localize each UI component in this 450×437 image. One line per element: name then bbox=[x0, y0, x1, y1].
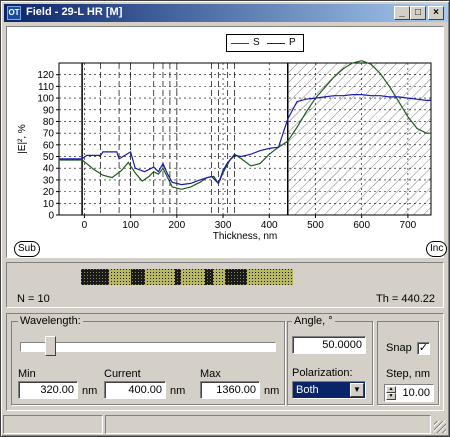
min-label: Min bbox=[18, 368, 36, 380]
maximize-button[interactable]: □ bbox=[410, 6, 426, 20]
min-unit: nm bbox=[82, 385, 98, 397]
y-tick-label: 10 bbox=[43, 199, 55, 210]
y-tick-label: 60 bbox=[43, 140, 55, 151]
x-tick-label: 400 bbox=[261, 220, 278, 231]
current-wavelength-input[interactable] bbox=[104, 381, 166, 399]
stack-layer[interactable] bbox=[205, 269, 213, 285]
legend-s-line bbox=[231, 43, 249, 44]
step-value: 10.00 bbox=[402, 387, 430, 399]
snap-label: Snap bbox=[386, 342, 412, 354]
current-label: Current bbox=[104, 368, 141, 380]
max-label: Max bbox=[200, 368, 221, 380]
x-tick-label: 0 bbox=[82, 220, 88, 231]
substrate-region bbox=[59, 63, 83, 215]
title-bar[interactable]: OT Field - 29-L HR [M] _ □ × bbox=[4, 4, 448, 22]
x-tick-label: 100 bbox=[122, 220, 139, 231]
max-unit: nm bbox=[264, 385, 280, 397]
spin-up-icon[interactable]: ▲ bbox=[386, 386, 396, 393]
layer-stack-bar[interactable] bbox=[81, 269, 293, 285]
spin-buttons[interactable]: ▲ ▼ bbox=[386, 386, 396, 400]
stack-layer[interactable] bbox=[145, 269, 175, 285]
y-tick-label: 0 bbox=[48, 211, 54, 222]
app-icon: OT bbox=[7, 6, 21, 20]
layer-stack-panel: N = 10 Th = 440.22 bbox=[6, 262, 444, 308]
stack-layer[interactable] bbox=[225, 269, 247, 285]
angle-group: Angle, ° Polarization: Both ▼ bbox=[287, 315, 373, 405]
y-tick-label: 120 bbox=[37, 70, 54, 81]
x-tick-label: 700 bbox=[400, 220, 417, 231]
y-tick-label: 30 bbox=[43, 175, 55, 186]
incident-medium-badge: Inc bbox=[426, 241, 448, 257]
x-axis-label: Thickness, nm bbox=[213, 231, 277, 242]
minimize-button[interactable]: _ bbox=[394, 6, 410, 20]
y-tick-label: 50 bbox=[43, 152, 55, 163]
stack-layer[interactable] bbox=[175, 269, 181, 285]
polarization-label: Polarization: bbox=[292, 367, 353, 379]
status-cell-1 bbox=[3, 415, 103, 434]
layer-count: N = 10 bbox=[17, 293, 50, 305]
x-tick-label: 500 bbox=[307, 220, 324, 231]
x-tick-label: 600 bbox=[353, 220, 370, 231]
legend-s-label: S bbox=[253, 37, 260, 48]
current-unit: nm bbox=[170, 385, 186, 397]
close-button[interactable]: × bbox=[428, 6, 444, 20]
y-tick-label: 40 bbox=[43, 164, 55, 175]
field-chart-panel: 0 10 20 30 40 50 60 70 80 90 100 110 120 0 100 200 300 40… bbox=[6, 26, 444, 258]
wavelength-group: Wavelength: Min nm Current nm Max nm bbox=[11, 315, 285, 405]
y-tick-label: 80 bbox=[43, 117, 55, 128]
legend-p-line bbox=[267, 43, 285, 44]
spin-down-icon[interactable]: ▼ bbox=[386, 393, 396, 400]
field-chart[interactable]: 01020304050607080901001101200 100 200 300 40… bbox=[7, 27, 443, 257]
y-axis-label: |E|², % bbox=[17, 124, 28, 154]
incident-region-hatch bbox=[287, 63, 431, 215]
angle-input[interactable] bbox=[292, 336, 366, 354]
y-tick-label: 90 bbox=[43, 105, 55, 116]
substrate-badge: Sub bbox=[14, 241, 40, 257]
step-label: Step, nm bbox=[386, 368, 431, 380]
min-wavelength-input[interactable] bbox=[18, 381, 78, 399]
legend-p-label: P bbox=[289, 37, 296, 48]
stack-layer[interactable] bbox=[181, 269, 205, 285]
y-tick-label: 70 bbox=[43, 129, 55, 140]
step-spinner[interactable]: ▲ ▼ 10.00 bbox=[384, 384, 434, 402]
angle-legend: Angle, ° bbox=[292, 315, 335, 327]
stack-layer[interactable] bbox=[213, 269, 225, 285]
window-title: Field - 29-L HR [M] bbox=[26, 6, 123, 18]
x-tick-label: 200 bbox=[168, 220, 185, 231]
wavelength-slider-track[interactable] bbox=[20, 342, 276, 352]
total-thickness: Th = 440.22 bbox=[375, 293, 435, 305]
snap-checkbox[interactable]: ✓ bbox=[417, 342, 430, 355]
polarization-value: Both bbox=[296, 384, 319, 396]
x-tick-label: 300 bbox=[215, 220, 232, 231]
stack-layer[interactable] bbox=[81, 269, 109, 285]
chevron-down-icon[interactable]: ▼ bbox=[350, 383, 364, 397]
polarization-select[interactable]: Both ▼ bbox=[292, 381, 366, 399]
wavelength-legend: Wavelength: bbox=[18, 315, 83, 327]
y-tick-label: 110 bbox=[38, 82, 54, 93]
y-tick-label: 100 bbox=[37, 94, 54, 105]
y-tick-label: 20 bbox=[43, 187, 55, 198]
snap-group: Snap ✓ Step, nm ▲ ▼ 10.00 bbox=[377, 321, 439, 405]
wavelength-slider-thumb[interactable] bbox=[45, 336, 57, 356]
resize-grip-icon[interactable] bbox=[434, 421, 446, 433]
stack-layer[interactable] bbox=[247, 269, 293, 285]
status-cell-2 bbox=[105, 415, 431, 434]
stack-layer[interactable] bbox=[109, 269, 131, 285]
stack-layer[interactable] bbox=[131, 269, 145, 285]
status-bar bbox=[3, 415, 447, 434]
max-wavelength-input[interactable] bbox=[200, 381, 260, 399]
chart-legend: S P bbox=[226, 34, 304, 52]
